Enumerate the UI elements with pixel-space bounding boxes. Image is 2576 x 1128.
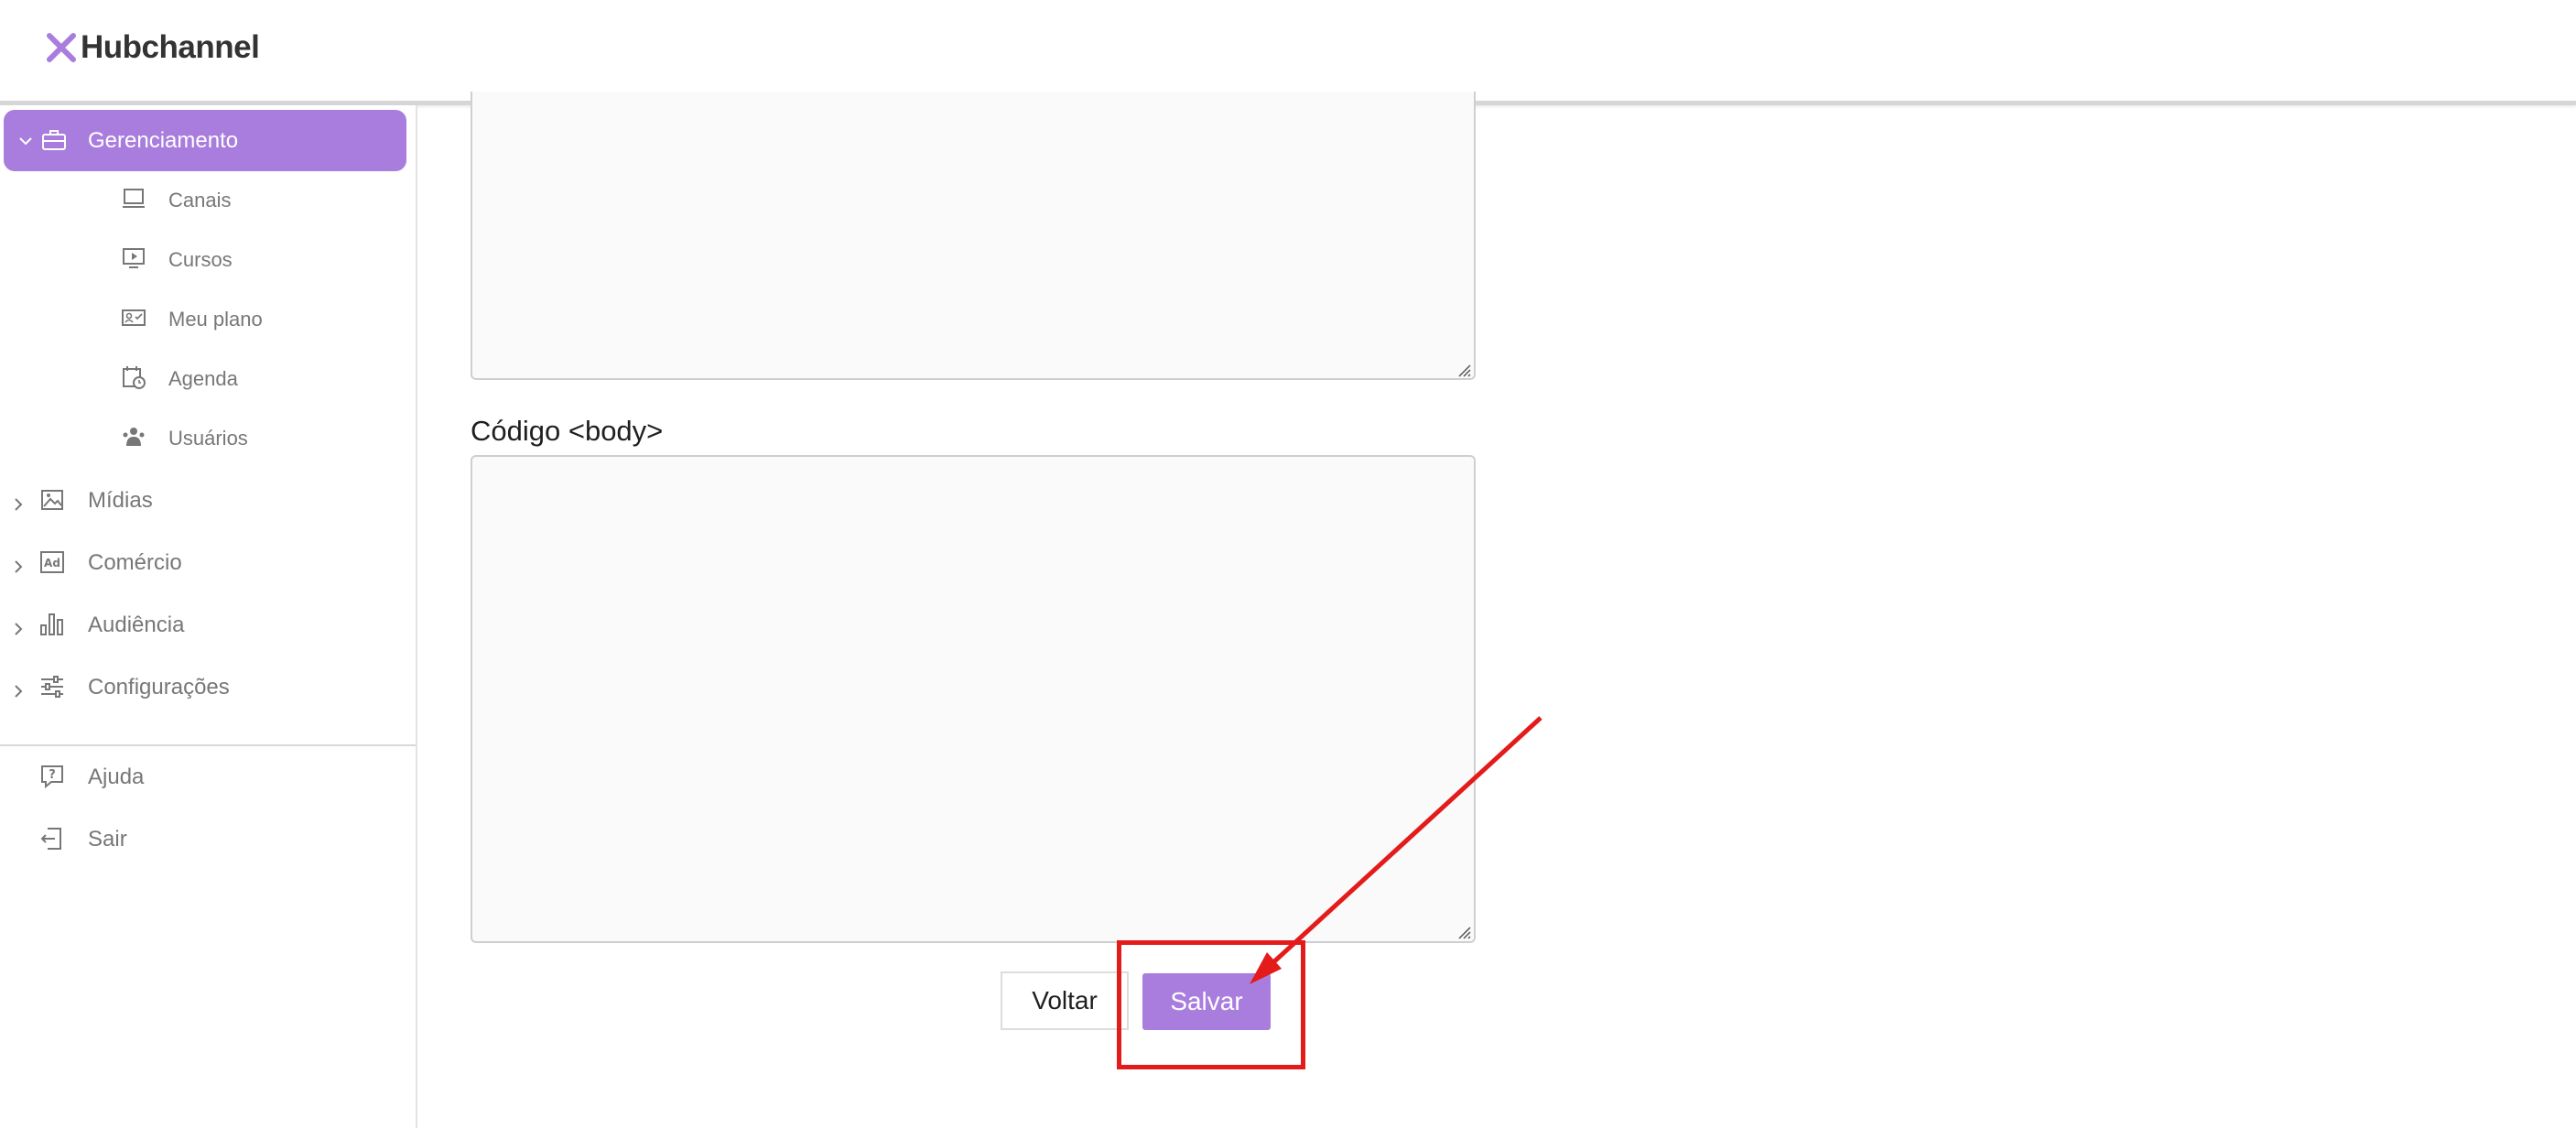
sidebar-item-label: Audiência (88, 613, 185, 637)
sidebar-item-label: Gerenciamento (88, 128, 239, 153)
sidebar-item-midias[interactable]: Mídias (0, 472, 412, 530)
back-button[interactable]: Voltar (1001, 971, 1129, 1030)
body-code-label: Código <body> (471, 415, 664, 447)
sidebar-subitem-agenda[interactable]: Agenda (0, 352, 412, 407)
sidebar-subitem-usuarios[interactable]: Usuários (0, 412, 412, 467)
sidebar-item-audiencia[interactable]: Audiência (0, 596, 412, 655)
sidebar-subitem-label: Agenda (168, 367, 238, 390)
image-icon (41, 490, 63, 510)
sidebar-item-label: Sair (88, 827, 127, 851)
sidebar-item-configuracoes[interactable]: Configurações (0, 658, 412, 717)
resize-grip-icon[interactable] (1456, 362, 1472, 378)
id-card-icon (122, 309, 146, 326)
sidebar-item-label: Mídias (88, 488, 153, 513)
hubchannel-logo-icon (47, 33, 76, 62)
video-play-icon (123, 248, 145, 268)
sliders-icon (41, 676, 63, 698)
sidebar-item-label: Comércio (88, 550, 182, 575)
monitor-icon (123, 189, 145, 208)
chevron-right-icon (15, 498, 23, 511)
sidebar-item-label: Ajuda (88, 765, 145, 789)
bar-chart-icon (40, 613, 63, 635)
svg-text:?: ? (49, 768, 56, 782)
chevron-right-icon (15, 560, 23, 573)
chevron-right-icon (15, 685, 23, 698)
chevron-right-icon (15, 623, 23, 635)
head-code-textarea[interactable] (471, 92, 1476, 380)
sidebar-divider (0, 744, 416, 746)
sidebar-subitem-label: Usuários (168, 427, 248, 450)
brand-logo[interactable]: Hubchannel (46, 27, 260, 68)
resize-grip-icon[interactable] (1456, 924, 1472, 940)
sidebar-subitem-meu-plano[interactable]: Meu plano (0, 293, 412, 348)
help-icon: ? (41, 765, 63, 789)
sidebar-subitem-canais[interactable]: Canais (0, 174, 412, 229)
brand-name: Hubchannel (81, 29, 260, 65)
sidebar: Gerenciamento Canais Cursos Meu plano Ag… (0, 105, 417, 1128)
sidebar-item-gerenciamento[interactable]: Gerenciamento (4, 110, 406, 171)
logout-icon (40, 828, 61, 850)
users-icon (123, 428, 145, 446)
briefcase-icon (42, 130, 66, 150)
chevron-down-icon (19, 137, 32, 146)
calendar-clock-icon (123, 366, 146, 389)
svg-text:Ad: Ad (44, 557, 60, 569)
top-header: Hubchannel (0, 0, 2576, 105)
sidebar-subitem-label: Canais (168, 189, 232, 212)
ad-icon: Ad (40, 551, 64, 573)
sidebar-item-ajuda[interactable]: ? Ajuda (0, 748, 412, 807)
annotation-highlight-box (1117, 940, 1305, 1069)
sidebar-item-sair[interactable]: Sair (0, 810, 412, 869)
sidebar-subitem-label: Cursos (168, 248, 233, 271)
sidebar-subitem-label: Meu plano (168, 308, 263, 331)
sidebar-item-comercio[interactable]: Ad Comércio (0, 534, 412, 592)
body-code-textarea[interactable] (471, 455, 1476, 943)
sidebar-item-label: Configurações (88, 675, 230, 700)
sidebar-subitem-cursos[interactable]: Cursos (0, 233, 412, 288)
